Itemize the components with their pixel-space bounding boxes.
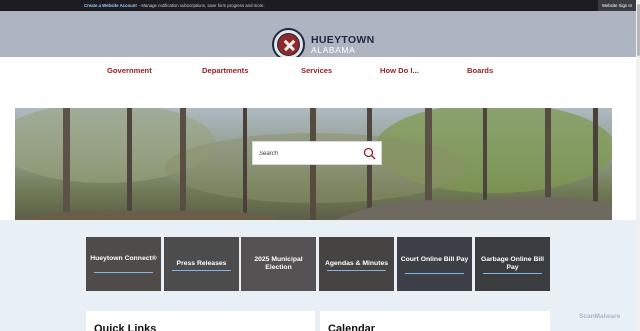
tile-label: Hueytown Connect® bbox=[90, 255, 157, 262]
site-state: ALABAMA bbox=[311, 45, 356, 55]
tile-underline bbox=[327, 270, 386, 271]
website-signin-button[interactable]: Website Sign In bbox=[598, 0, 636, 11]
tile-underline bbox=[172, 270, 231, 271]
tile-underline bbox=[405, 273, 464, 274]
nav-government[interactable]: Government bbox=[107, 66, 152, 75]
page-scrollbar[interactable] bbox=[636, 0, 640, 331]
tile-label: Press Releases bbox=[176, 260, 227, 267]
create-account-link[interactable]: Create a Website Account bbox=[84, 3, 137, 8]
notification-bar: Create a Website Account - Manage notifi… bbox=[0, 0, 636, 11]
site-search bbox=[252, 141, 382, 165]
nav-how-do-i[interactable]: How Do I... bbox=[380, 66, 419, 75]
tile-hueytown-connect[interactable]: Hueytown Connect® bbox=[86, 237, 161, 291]
main-navigation: Government Departments Services How Do I… bbox=[0, 57, 636, 87]
tile-label: Garbage Online Bill Pay bbox=[480, 256, 545, 271]
calendar-panel: Calendar bbox=[320, 311, 550, 331]
tile-agendas-minutes[interactable]: Agendas & Minutes bbox=[319, 237, 394, 291]
tile-court-bill-pay[interactable]: Court Online Bill Pay bbox=[397, 237, 472, 291]
scrollbar-thumb[interactable] bbox=[636, 4, 640, 56]
tile-press-releases[interactable]: Press Releases bbox=[164, 237, 239, 291]
seal-inner bbox=[277, 33, 300, 56]
notification-message: - Manage notification subscriptions, sav… bbox=[138, 3, 265, 8]
quick-links-heading: Quick Links bbox=[94, 323, 157, 331]
tile-label: 2025 Municipal Election bbox=[254, 256, 303, 271]
nav-boards[interactable]: Boards bbox=[467, 66, 493, 75]
search-input[interactable] bbox=[259, 147, 359, 160]
tile-garbage-bill-pay[interactable]: Garbage Online Bill Pay bbox=[475, 237, 550, 291]
calendar-heading: Calendar bbox=[328, 323, 376, 331]
site-header: HUEYTOWN ALABAMA bbox=[0, 11, 636, 61]
tile-underline bbox=[483, 273, 542, 274]
tile-label: Court Online Bill Pay bbox=[400, 256, 469, 263]
tile-underline bbox=[94, 272, 153, 273]
tile-municipal-election[interactable]: 2025 Municipal Election bbox=[241, 237, 316, 291]
search-icon[interactable] bbox=[363, 147, 376, 160]
tile-label: Agendas & Minutes bbox=[324, 260, 389, 267]
page: Create a Website Account - Manage notifi… bbox=[0, 0, 640, 331]
nav-services[interactable]: Services bbox=[301, 66, 332, 75]
watermark: ScanMalware bbox=[579, 313, 621, 320]
nav-departments[interactable]: Departments bbox=[202, 66, 248, 75]
quick-links-panel: Quick Links bbox=[86, 311, 315, 331]
